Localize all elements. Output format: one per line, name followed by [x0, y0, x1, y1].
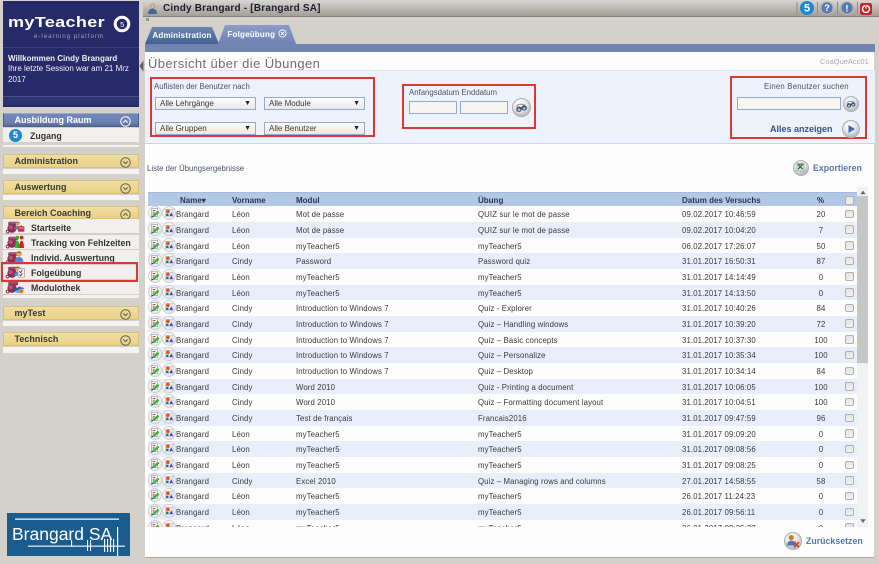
- svg-text:5: 5: [804, 3, 810, 15]
- svg-text:?: ?: [824, 3, 830, 13]
- svg-text:5: 5: [120, 20, 124, 29]
- svg-text:!: !: [845, 3, 848, 14]
- svg-text:Brangard SA: Brangard SA: [12, 524, 113, 544]
